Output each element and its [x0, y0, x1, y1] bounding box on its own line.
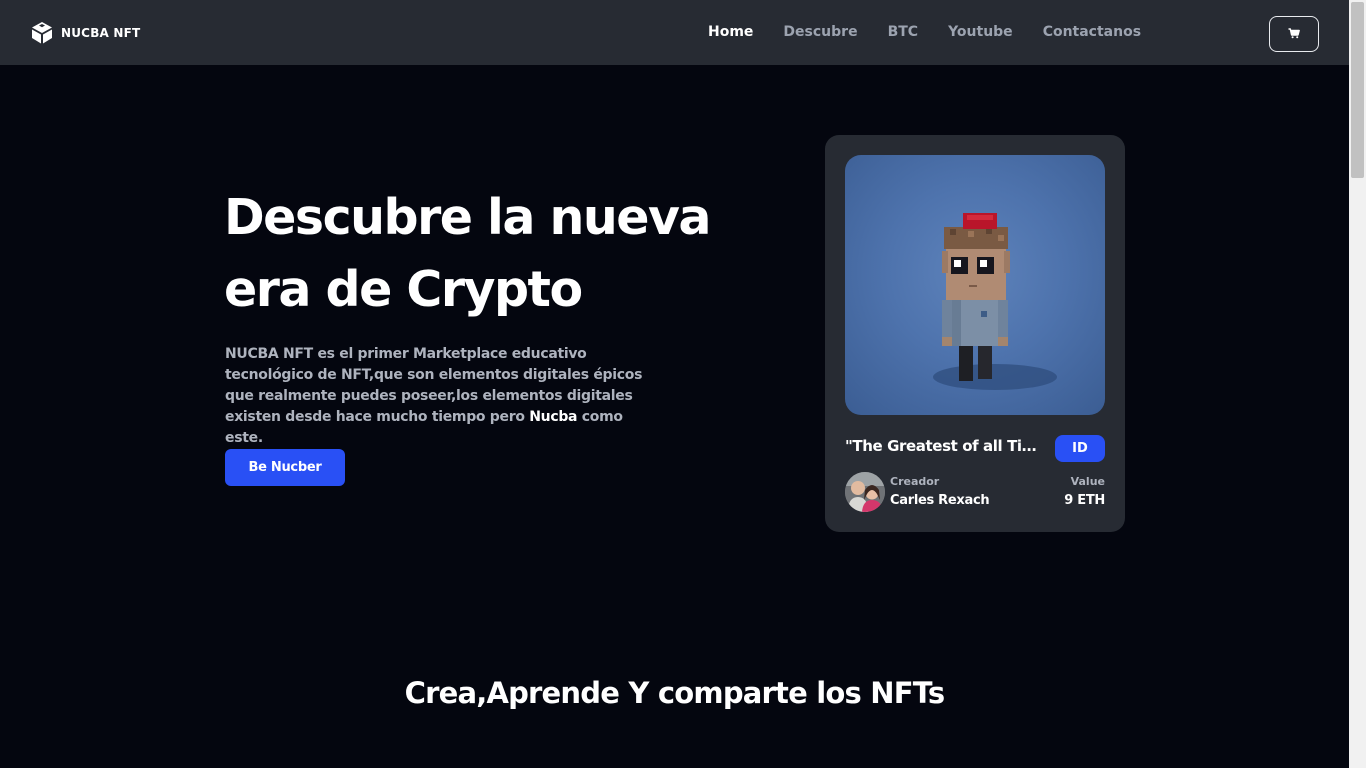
nft-id-button[interactable]: ID: [1055, 435, 1105, 462]
cart-icon: [1288, 27, 1300, 42]
nav-link-youtube[interactable]: Youtube: [948, 24, 1013, 40]
hero-description-bold: Nucba: [529, 409, 578, 425]
creator-name: Carles Rexach: [890, 493, 990, 508]
navbar: NUCBA NFT Home Descubre BTC Youtube Cont…: [0, 0, 1349, 65]
nft-title: "The Greatest of all Time": [845, 437, 1047, 455]
page-scrollbar[interactable]: [1349, 0, 1366, 768]
brand-name: NUCBA NFT: [61, 25, 141, 40]
hero-title: Descubre la nueva era de Crypto: [224, 182, 744, 326]
hero-title-line-2: era de Crypto: [224, 261, 583, 318]
nft-image[interactable]: [845, 155, 1105, 415]
cart-button[interactable]: [1269, 16, 1319, 52]
hero-title-line-1: Descubre la nueva: [224, 189, 711, 246]
nav-link-btc[interactable]: BTC: [888, 24, 919, 40]
nav-link-home[interactable]: Home: [708, 24, 753, 40]
cube-logo-icon: [31, 21, 53, 44]
nft-card[interactable]: "The Greatest of all Time" ID Creador Ca…: [825, 135, 1125, 532]
creator-label: Creador: [890, 475, 940, 488]
creator-avatar[interactable]: [845, 472, 885, 512]
value-amount: 9 ETH: [1064, 493, 1105, 508]
main-nav: Home Descubre BTC Youtube Contactanos: [708, 24, 1171, 40]
hero-description: NUCBA NFT es el primer Marketplace educa…: [225, 344, 655, 449]
scrollbar-thumb[interactable]: [1351, 2, 1364, 178]
section-title: Crea,Aprende Y comparte los NFTs: [404, 676, 946, 710]
nav-link-contactanos[interactable]: Contactanos: [1043, 24, 1141, 40]
brand[interactable]: NUCBA NFT: [31, 21, 140, 44]
be-nucber-button[interactable]: Be Nucber: [225, 449, 345, 486]
value-label: Value: [1070, 475, 1105, 488]
nav-link-descubre[interactable]: Descubre: [783, 24, 857, 40]
